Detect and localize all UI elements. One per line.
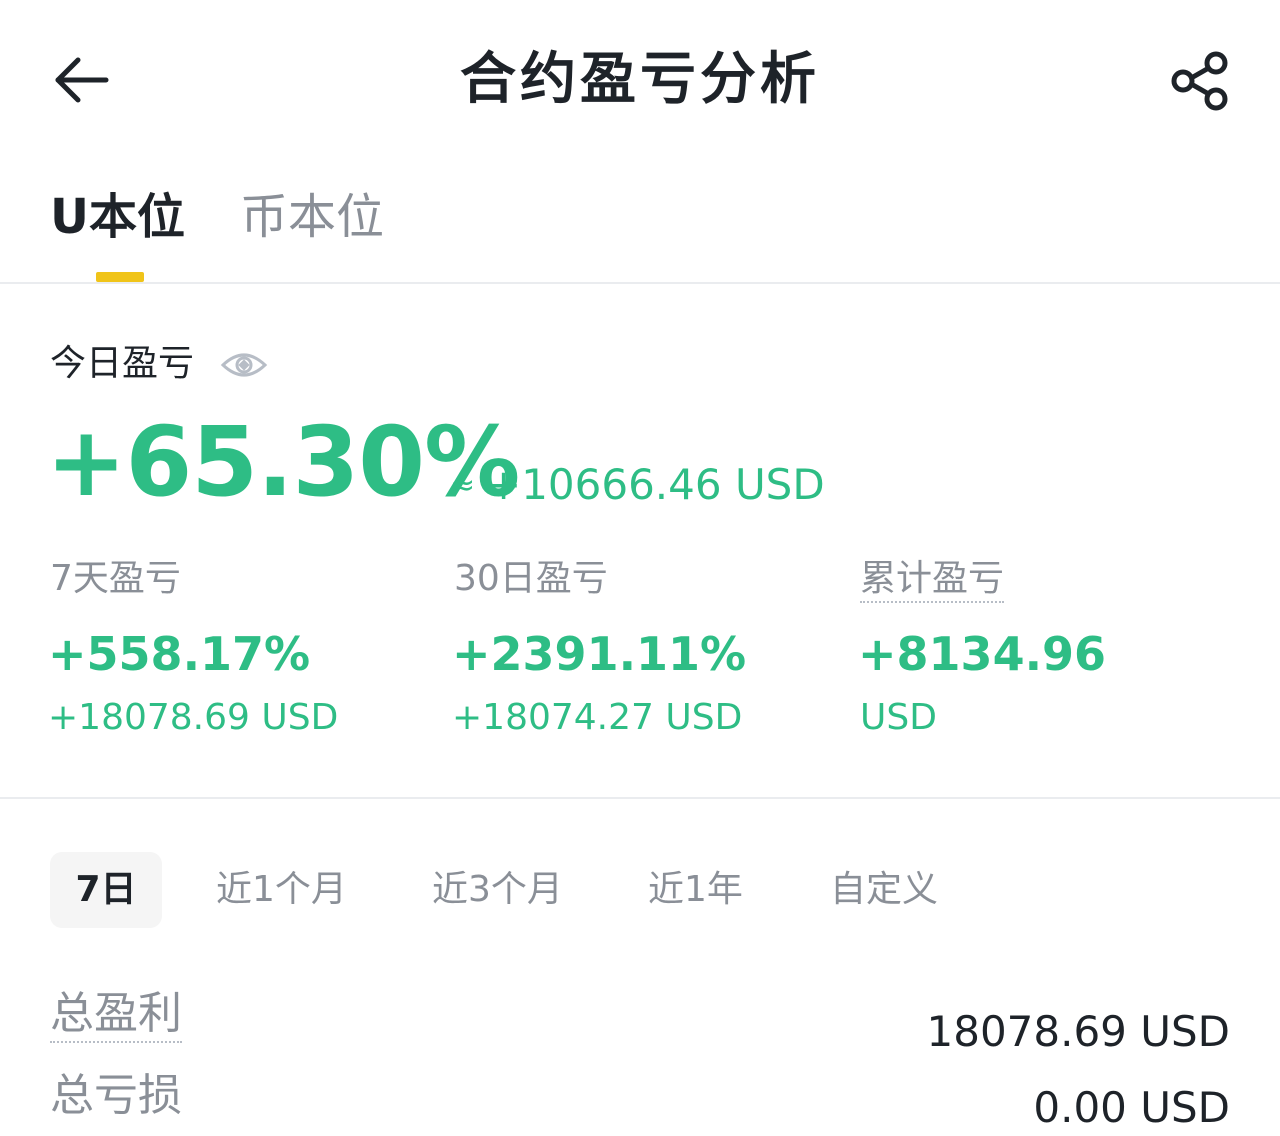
page-title: 合约盈亏分析	[460, 47, 820, 112]
stat-cumulative-value: +8134.96	[858, 627, 1107, 681]
tab-coin-margin[interactable]: 币本位	[240, 185, 384, 249]
total-profit-label[interactable]: 总盈利	[50, 988, 182, 1043]
period-1m[interactable]: 近1个月	[216, 852, 347, 928]
period-1y[interactable]: 近1年	[648, 852, 743, 928]
share-icon	[1171, 51, 1228, 111]
total-profit-value: 18078.69 USD	[926, 1007, 1231, 1056]
today-pnl-percent: +65.30%	[46, 406, 520, 518]
stat-30d-label: 30日盈亏	[454, 558, 608, 599]
stat-7d-percent: +558.17%	[48, 627, 311, 681]
eye-icon	[220, 353, 268, 377]
approx-sign: ≈	[450, 468, 476, 503]
period-custom[interactable]: 自定义	[830, 852, 938, 928]
stat-7d-usd: +18078.69 USD	[48, 697, 339, 738]
tabs-divider	[0, 282, 1280, 284]
toggle-visibility-button[interactable]	[220, 345, 268, 385]
section-divider	[0, 797, 1280, 799]
stat-cumulative-unit: USD	[860, 697, 937, 738]
total-loss-label[interactable]: 总亏损	[50, 1068, 182, 1124]
today-pnl-usd: +10666.46 USD	[486, 460, 825, 509]
period-3m[interactable]: 近3个月	[432, 852, 563, 928]
active-tab-indicator	[96, 272, 144, 282]
stat-cumulative-label[interactable]: 累计盈亏	[860, 558, 1005, 603]
period-7d[interactable]: 7日	[50, 852, 162, 928]
total-loss-value: 0.00 USD	[1033, 1083, 1230, 1132]
tab-u-margin[interactable]: U本位	[50, 185, 185, 249]
share-button[interactable]	[1166, 48, 1232, 114]
stat-30d-usd: +18074.27 USD	[452, 697, 743, 738]
stat-30d-percent: +2391.11%	[452, 627, 747, 681]
today-pnl-label: 今日盈亏	[50, 343, 195, 384]
stat-7d-label: 7天盈亏	[50, 558, 181, 599]
